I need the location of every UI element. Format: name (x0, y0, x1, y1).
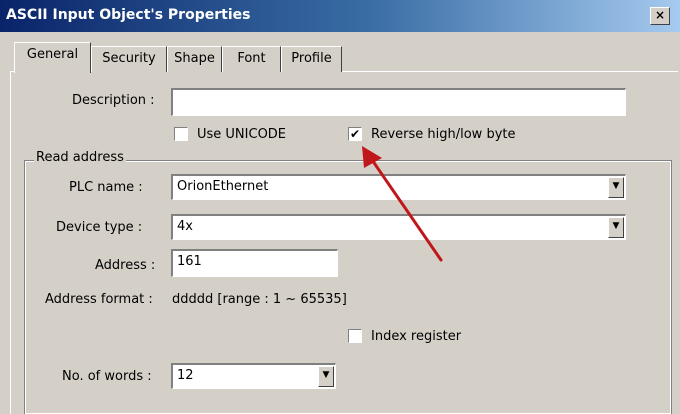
arrow-head (362, 146, 382, 168)
arrow-shaft (368, 155, 443, 262)
annotation-arrow (362, 146, 443, 262)
tab-general[interactable]: General (14, 42, 91, 73)
